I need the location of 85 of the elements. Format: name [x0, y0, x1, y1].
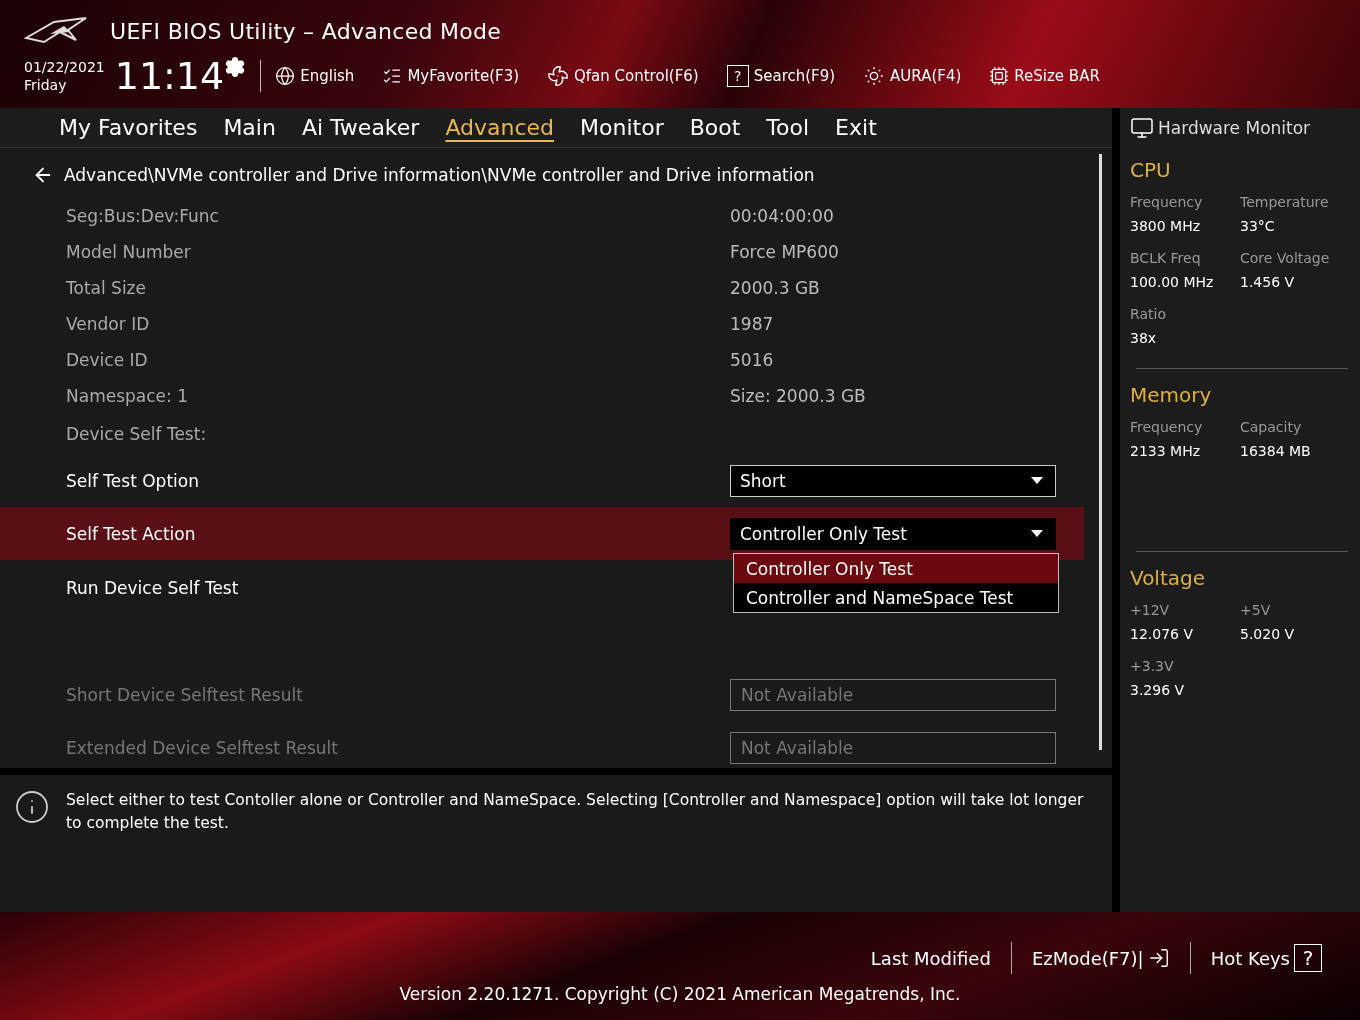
footer-button[interactable]: Last Modified: [850, 947, 1011, 969]
info-icon: [14, 789, 50, 825]
chip-icon: [989, 66, 1010, 86]
setting-value: Size: 2000.3 GB: [730, 386, 866, 406]
menu-tab[interactable]: Advanced: [432, 115, 568, 140]
monitor-value: 1.456 V: [1240, 274, 1296, 290]
menu-tab[interactable]: Ai Tweaker: [288, 115, 433, 140]
setting-label: Seg:Bus:Dev:Func: [66, 206, 220, 226]
toolbar-button[interactable]: Qfan Control(F6): [547, 65, 699, 87]
toolbar-button[interactable]: MyFavorite(F3): [382, 66, 520, 86]
settings-icon[interactable]: [224, 56, 247, 78]
globe-icon: [275, 66, 296, 86]
monitor-value: 12.076 V: [1130, 626, 1194, 642]
monitor-value: 2133 MHz: [1130, 443, 1202, 459]
setting-label: Self Test Action: [66, 523, 197, 544]
help-icon: ?: [726, 65, 749, 87]
dropdown[interactable]: Controller Only Test: [730, 517, 1056, 550]
section-label: Device Self Test:: [66, 424, 208, 444]
readonly-field: Not Available: [730, 731, 1056, 764]
setting-label: Model Number: [66, 242, 192, 262]
window-title: UEFI BIOS Utility – Advanced Mode: [110, 18, 502, 44]
scroll-bar[interactable]: [1099, 154, 1102, 750]
setting-value: 5016: [730, 350, 774, 370]
monitor-value: 5.020 V: [1240, 626, 1296, 642]
monitor-label: +12V: [1130, 602, 1171, 618]
section-title: Memory: [1130, 383, 1213, 407]
toolbar-button[interactable]: AURA(F4): [863, 65, 962, 87]
light-icon: [863, 65, 886, 87]
menu-option[interactable]: Controller Only Test: [734, 554, 1058, 583]
setting-label: Extended Device Selftest Result: [66, 737, 339, 758]
menu-tab[interactable]: Exit: [822, 115, 890, 140]
monitor-label: Core Voltage: [1240, 250, 1331, 266]
monitor-label: Ratio: [1130, 306, 1167, 322]
monitor-label: BCLK Freq: [1130, 250, 1202, 266]
date-text: 01/22/2021: [24, 58, 105, 76]
section-title: Voltage: [1130, 566, 1207, 590]
monitor-value: 16384 MB: [1240, 443, 1312, 459]
footer-button[interactable]: Hot Keys ?: [1190, 944, 1342, 972]
setting-label: Self Test Option: [66, 470, 200, 491]
monitor-label: Temperature: [1240, 194, 1330, 210]
monitor-label: +5V: [1240, 602, 1272, 618]
help-icon: ?: [1294, 944, 1322, 972]
setting-label: Vendor ID: [66, 314, 151, 334]
exit-icon: [1147, 947, 1170, 969]
version-text: Version 2.20.1271. Copyright (C) 2021 American Megatrends, Inc.: [399, 984, 961, 1004]
monitor-value: 33°C: [1240, 218, 1276, 234]
monitor-value: 38x: [1130, 330, 1158, 346]
setting-value: 2000.3 GB: [730, 278, 820, 298]
readonly-field: Not Available: [730, 678, 1056, 711]
menu-tab[interactable]: Main: [210, 115, 289, 140]
toolbar-button[interactable]: English: [275, 66, 355, 86]
caret-icon: [1031, 477, 1043, 484]
setting-label: Total Size: [66, 278, 147, 298]
fan-icon: [547, 65, 570, 87]
day-text: Friday: [24, 76, 68, 94]
setting-value: Force MP600: [730, 242, 839, 262]
monitor-label: Capacity: [1240, 419, 1303, 435]
monitor-label: +3.3V: [1130, 658, 1175, 674]
section-title: CPU: [1130, 158, 1172, 182]
monitor-value: 100.00 MHz: [1130, 274, 1215, 290]
monitor-value: 3.296 V: [1130, 682, 1186, 698]
help-text: Select either to test Contoller alone or Controller and NameSpace. Selecting [Controller and Namespace] option will take lot longer to complete the test.: [66, 790, 1085, 834]
dropdown[interactable]: Short: [730, 464, 1056, 497]
monitor-label: Frequency: [1130, 194, 1204, 210]
menu-tab[interactable]: Monitor: [567, 115, 677, 140]
caret-icon: [1031, 530, 1043, 537]
setting-label: Device ID: [66, 350, 149, 370]
menu-tab[interactable]: Boot: [676, 115, 754, 140]
footer-button[interactable]: EzMode(F7)|: [1011, 947, 1190, 969]
monitor-label: Frequency: [1130, 419, 1204, 435]
panel-title: Hardware Monitor: [1158, 118, 1311, 138]
logo-icon: [24, 16, 88, 46]
breadcrumb-path: Advanced\NVMe controller and Drive information\NVMe controller and Drive information: [64, 165, 815, 185]
setting-label: Short Device Selftest Result: [66, 684, 304, 705]
monitor-value: 3800 MHz: [1130, 218, 1202, 234]
toolbar-button[interactable]: ReSize BAR: [989, 66, 1100, 86]
setting-value: 1987: [730, 314, 774, 334]
setting-value: 00:04:00:00: [730, 206, 834, 226]
action-item[interactable]: Run Device Self Test: [66, 578, 730, 598]
menu-tab[interactable]: My Favorites: [46, 115, 211, 140]
setting-label: Namespace: 1: [66, 386, 189, 406]
menu-tab[interactable]: Tool: [753, 115, 823, 140]
monitor-icon: [1130, 116, 1154, 140]
toolbar-button[interactable]: ? Search(F9): [726, 65, 836, 87]
clock-time: 11:14: [114, 54, 225, 98]
